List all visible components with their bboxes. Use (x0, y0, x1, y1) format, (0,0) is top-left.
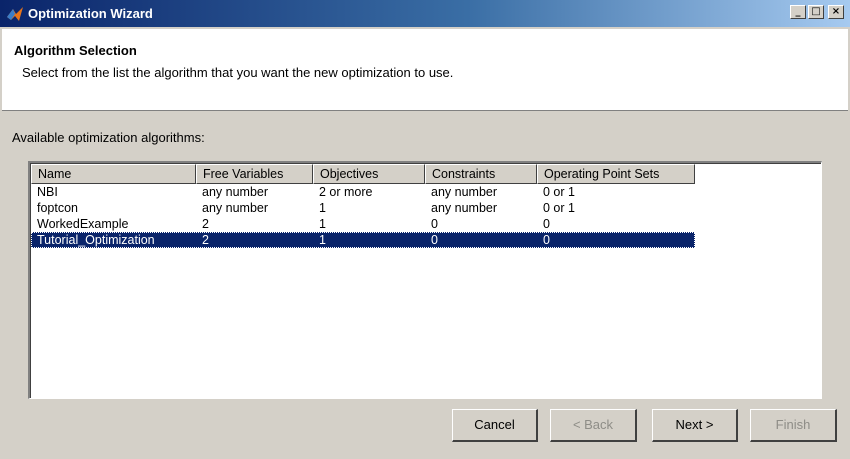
cell-name: WorkedExample (37, 217, 129, 231)
column-headers: Name Free Variables Objectives Constrain… (31, 164, 695, 184)
cell-free-variables: 2 (202, 233, 209, 247)
column-header-free-variables[interactable]: Free Variables (196, 164, 313, 184)
minimize-icon[interactable]: _ (790, 5, 806, 19)
cell-operating-point-sets: 0 or 1 (543, 201, 575, 215)
cell-objectives: 1 (319, 201, 326, 215)
cell-free-variables: any number (202, 201, 269, 215)
finish-button[interactable]: Finish (750, 409, 837, 442)
column-header-name[interactable]: Name (31, 164, 196, 184)
algorithm-list[interactable]: Name Free Variables Objectives Constrain… (28, 161, 822, 399)
optimization-wizard-window: Optimization Wizard _ □ × Algorithm Sele… (0, 0, 850, 459)
matlab-icon (7, 6, 23, 21)
cell-operating-point-sets: 0 or 1 (543, 185, 575, 199)
cell-name: foptcon (37, 201, 79, 215)
maximize-icon[interactable]: □ (808, 5, 824, 19)
cell-free-variables: any number (202, 185, 269, 199)
table-row[interactable]: foptcon any number 1 any number 0 or 1 (31, 200, 695, 216)
table-row[interactable]: NBI any number 2 or more any number 0 or… (31, 184, 695, 200)
column-header-operating-point-sets[interactable]: Operating Point Sets (537, 164, 695, 184)
cell-name: NBI (37, 185, 58, 199)
cell-constraints: any number (431, 201, 498, 215)
algorithm-list-body: Name Free Variables Objectives Constrain… (30, 163, 821, 398)
cell-constraints: any number (431, 185, 498, 199)
close-icon[interactable]: × (828, 5, 844, 19)
cell-operating-point-sets: 0 (543, 217, 550, 231)
column-header-objectives[interactable]: Objectives (313, 164, 425, 184)
back-button[interactable]: < Back (550, 409, 637, 442)
algorithm-list-label: Available optimization algorithms: (12, 130, 205, 145)
table-row[interactable]: WorkedExample 2 1 0 0 (31, 216, 695, 232)
window-title: Optimization Wizard (28, 6, 153, 21)
page-title: Algorithm Selection (14, 43, 137, 58)
cell-operating-point-sets: 0 (543, 233, 550, 247)
cell-constraints: 0 (431, 233, 438, 247)
window-controls: _ □ × (790, 5, 844, 19)
next-button[interactable]: Next > (652, 409, 738, 442)
cell-constraints: 0 (431, 217, 438, 231)
cell-name: Tutorial_Optimization (37, 233, 155, 247)
cell-objectives: 1 (319, 217, 326, 231)
cell-objectives: 2 or more (319, 185, 373, 199)
cell-free-variables: 2 (202, 217, 209, 231)
page-description: Select from the list the algorithm that … (22, 65, 454, 80)
title-bar[interactable]: Optimization Wizard _ □ × (0, 0, 850, 27)
cancel-button[interactable]: Cancel (452, 409, 538, 442)
header-panel: Algorithm Selection Select from the list… (2, 29, 848, 111)
column-header-constraints[interactable]: Constraints (425, 164, 537, 184)
cell-objectives: 1 (319, 233, 326, 247)
table-row-selected[interactable]: Tutorial_Optimization 2 1 0 0 (31, 232, 695, 248)
